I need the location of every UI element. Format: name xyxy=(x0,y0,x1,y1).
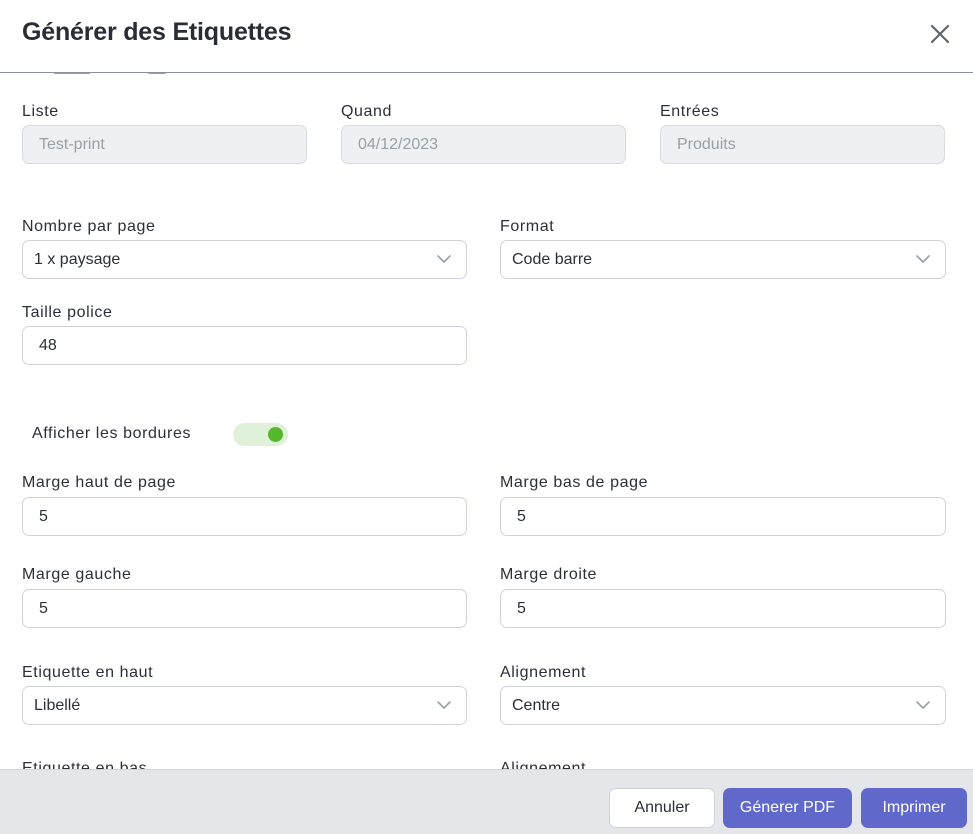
dialog-footer: Annuler Génerer PDF Imprimer xyxy=(0,769,973,834)
alignement-haut-select[interactable]: Centre xyxy=(500,686,946,725)
marge-gauche-label: Marge gauche xyxy=(22,566,132,583)
marge-bas-label: Marge bas de page xyxy=(500,474,649,491)
quand-value: 04/12/2023 xyxy=(358,135,439,153)
chevron-down-icon xyxy=(437,701,451,709)
liste-label: Liste xyxy=(22,103,59,120)
liste-field: Test-print xyxy=(22,125,307,164)
format-label: Format xyxy=(500,218,555,235)
alignement-bas-label: Alignement xyxy=(500,760,587,769)
alignement-haut-value: Centre xyxy=(512,696,561,714)
taille-police-label: Taille police xyxy=(22,304,113,321)
entrees-value: Produits xyxy=(677,135,736,153)
marge-gauche-value: 5 xyxy=(39,599,48,617)
marge-haut-label: Marge haut de page xyxy=(22,474,177,491)
marge-gauche-input[interactable]: 5 xyxy=(22,589,467,628)
close-icon xyxy=(930,24,950,44)
generate-pdf-button[interactable]: Génerer PDF xyxy=(723,788,852,828)
chevron-down-icon xyxy=(916,701,930,709)
liste-value: Test-print xyxy=(39,135,105,153)
toggle-knob xyxy=(268,427,283,442)
marge-bas-input[interactable]: 5 xyxy=(500,497,946,536)
chevron-down-icon xyxy=(437,255,451,263)
close-button[interactable] xyxy=(928,22,952,46)
dialog-body[interactable]: Liste Test-print Quand 04/12/2023 Entrée… xyxy=(0,74,973,769)
etiquette-haut-value: Libellé xyxy=(34,696,81,714)
etiquette-haut-select[interactable]: Libellé xyxy=(22,686,467,725)
marge-haut-input[interactable]: 5 xyxy=(22,497,467,536)
taille-police-input[interactable]: 48 xyxy=(22,326,467,365)
marge-droite-label: Marge droite xyxy=(500,566,598,583)
afficher-bordures-toggle[interactable] xyxy=(233,423,288,446)
dialog-header: Générer des Etiquettes xyxy=(0,0,973,73)
chevron-down-icon xyxy=(916,255,930,263)
afficher-bordures-label: Afficher les bordures xyxy=(32,425,192,442)
etiquette-haut-label: Etiquette en haut xyxy=(22,664,154,681)
dialog-title: Générer des Etiquettes xyxy=(22,18,292,46)
nombre-par-page-value: 1 x paysage xyxy=(34,250,121,268)
print-button[interactable]: Imprimer xyxy=(861,788,967,828)
nombre-par-page-select[interactable]: 1 x paysage xyxy=(22,240,467,279)
marge-droite-value: 5 xyxy=(517,599,526,617)
format-value: Code barre xyxy=(512,250,593,268)
marge-haut-value: 5 xyxy=(39,507,48,525)
marge-bas-value: 5 xyxy=(517,507,526,525)
entrees-label: Entrées xyxy=(660,103,720,120)
cancel-button[interactable]: Annuler xyxy=(609,788,715,828)
quand-label: Quand xyxy=(341,103,393,120)
entrees-field: Produits xyxy=(660,125,945,164)
nombre-par-page-label: Nombre par page xyxy=(22,218,156,235)
alignement-haut-label: Alignement xyxy=(500,664,587,681)
format-select[interactable]: Code barre xyxy=(500,240,946,279)
etiquette-bas-label: Etiquette en bas xyxy=(22,760,148,769)
taille-police-value: 48 xyxy=(39,336,57,354)
marge-droite-input[interactable]: 5 xyxy=(500,589,946,628)
quand-field: 04/12/2023 xyxy=(341,125,626,164)
